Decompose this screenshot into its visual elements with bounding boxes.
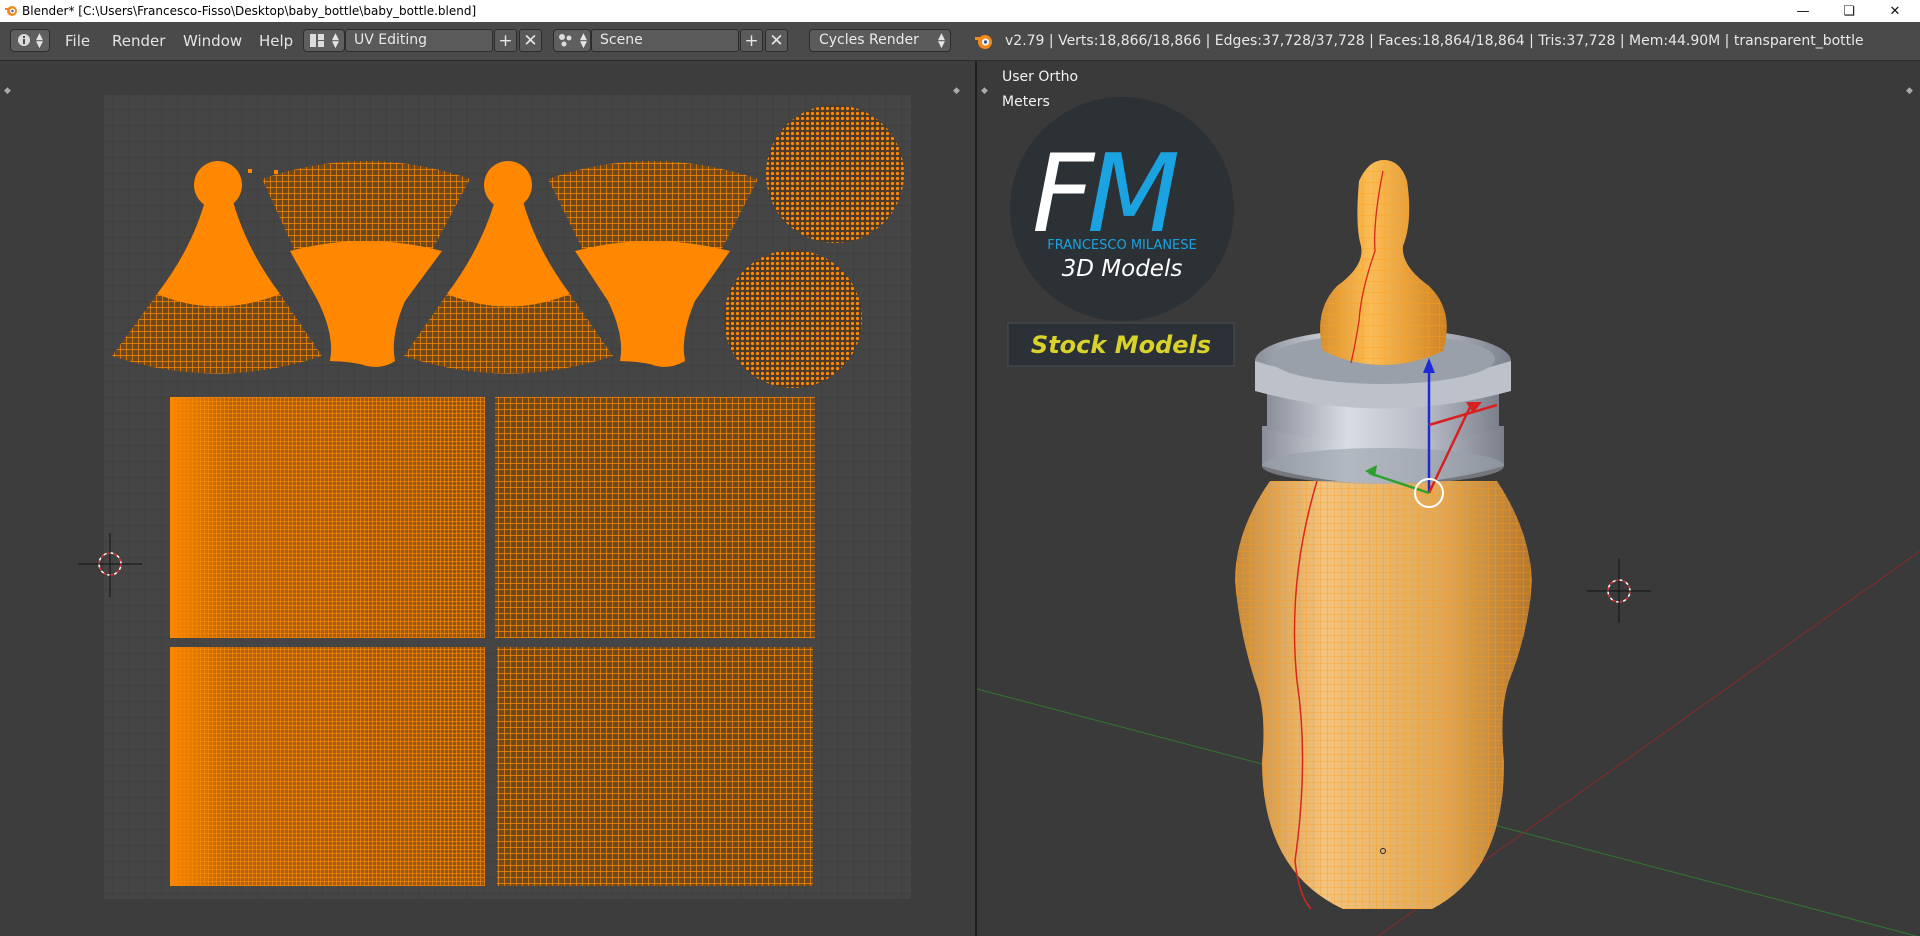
uv-island-body-3[interactable] bbox=[170, 647, 485, 886]
uv-island-disc-2[interactable] bbox=[724, 250, 862, 388]
menu-render[interactable]: Render bbox=[112, 32, 165, 50]
chevron-updown-icon: ▲ ▼ bbox=[580, 32, 587, 50]
render-engine-selector[interactable]: Cycles Render ▲ ▼ bbox=[809, 29, 951, 52]
remove-screen-icon[interactable]: ✕ bbox=[519, 29, 542, 52]
3d-cursor[interactable] bbox=[1587, 559, 1651, 623]
fm-logo: F M FRANCESCO MILANESE 3D Models bbox=[1010, 97, 1234, 321]
close-icon[interactable]: ✕ bbox=[1872, 0, 1918, 22]
logo-brand: FRANCESCO MILANESE bbox=[1047, 238, 1196, 253]
screen-layout-selector[interactable]: ▲ ▼ bbox=[303, 29, 345, 52]
menu-file[interactable]: File bbox=[65, 32, 90, 50]
uv-vertex bbox=[248, 169, 252, 173]
uv-vertex bbox=[274, 170, 278, 174]
banner-text: Stock Models bbox=[1031, 331, 1211, 359]
chevron-updown-icon: ▲ ▼ bbox=[36, 32, 43, 50]
add-screen-icon[interactable]: + bbox=[494, 29, 517, 52]
menu-window[interactable]: Window bbox=[183, 32, 242, 50]
restore-icon[interactable]: ❏ bbox=[1826, 0, 1872, 22]
window-titlebar: Blender* [C:\Users\Francesco-Fisso\Deskt… bbox=[0, 0, 1920, 22]
viewport-canvas[interactable]: F M FRANCESCO MILANESE 3D Models Stock M… bbox=[977, 61, 1920, 936]
minimize-icon[interactable]: — bbox=[1780, 0, 1826, 22]
uv-island-body-2[interactable] bbox=[495, 397, 815, 638]
render-engine-label: Cycles Render bbox=[819, 32, 919, 48]
scene-statistics: v2.79 | Verts:18,866/18,866 | Edges:37,7… bbox=[1005, 33, 1864, 49]
logo-tagline: 3D Models bbox=[1062, 256, 1183, 282]
info-header: ▲ ▼ File Render Window Help ▲ ▼ UV Editing… bbox=[0, 22, 1920, 61]
scene-icon bbox=[558, 33, 574, 52]
3d-viewport[interactable]: ◆ ◆ User Ortho Meters F M FRANCESCO MILA… bbox=[977, 61, 1920, 936]
layout-grid-icon bbox=[309, 33, 325, 52]
scene-name[interactable]: Scene bbox=[591, 29, 739, 52]
editor-type-selector[interactable]: ▲ ▼ bbox=[10, 29, 50, 52]
uv-island-disc-1[interactable] bbox=[766, 105, 904, 243]
menu-help[interactable]: Help bbox=[259, 32, 293, 50]
window-title: Blender* [C:\Users\Francesco-Fisso\Deskt… bbox=[22, 4, 477, 18]
uv-image-editor[interactable]: ◆ ◆ bbox=[0, 61, 975, 936]
add-scene-icon[interactable]: + bbox=[740, 29, 763, 52]
blender-logo-icon bbox=[4, 4, 18, 20]
blender-logo-icon bbox=[974, 32, 994, 54]
info-icon bbox=[17, 33, 31, 51]
remove-scene-icon[interactable]: ✕ bbox=[765, 29, 788, 52]
stock-models-banner: Stock Models bbox=[1007, 322, 1235, 367]
chevron-updown-icon: ▲ ▼ bbox=[332, 32, 339, 50]
chevron-updown-icon: ▲ ▼ bbox=[938, 32, 945, 50]
uv-canvas[interactable] bbox=[0, 61, 975, 936]
uv-island-body-4[interactable] bbox=[497, 647, 813, 886]
screen-layout-name[interactable]: UV Editing bbox=[345, 29, 493, 52]
baby-bottle-model[interactable] bbox=[1235, 159, 1532, 910]
uv-island-body-1[interactable] bbox=[170, 397, 485, 638]
scene-selector[interactable]: ▲ ▼ bbox=[553, 29, 591, 52]
